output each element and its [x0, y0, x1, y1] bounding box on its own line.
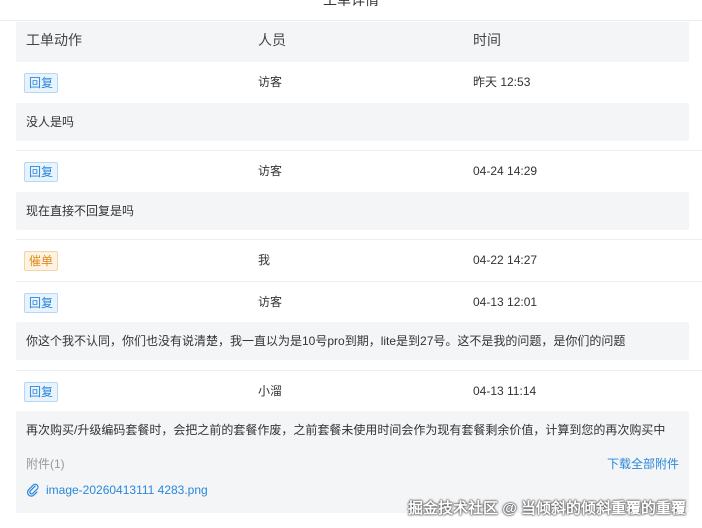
person-cell: 访客 [258, 164, 283, 178]
table-row: 回复 访客 昨天 12:53 [16, 62, 689, 102]
message-text: 再次购买/升级编码套餐时，会把之前的套餐作废，之前套餐未使用时间会作为现有套餐剩… [26, 423, 666, 437]
attachments-label: 附件(1) [26, 457, 65, 471]
table-row: 回复 小溜 04-13 11:14 [16, 371, 689, 411]
table-row: 催单 我 04-22 14:27 [16, 240, 689, 280]
person-cell: 我 [258, 253, 271, 267]
person-cell: 小溜 [258, 384, 283, 398]
time-cell: 04-13 12:01 [473, 295, 538, 309]
reply-tag: 回复 [24, 73, 59, 93]
attachment-file-name: image-20260413111 4283.png [46, 483, 208, 497]
message-box: 现在直接不回复是吗 [16, 192, 689, 230]
message-text: 没人是吗 [26, 115, 75, 129]
reply-tag: 回复 [24, 293, 59, 313]
reply-tag: 回复 [24, 162, 59, 182]
download-all-link[interactable]: 下载全部附件 [607, 455, 679, 472]
urge-tag: 催单 [24, 251, 59, 271]
title-divider [0, 20, 702, 21]
message-box: 你这个我不认同，你们也没有说清楚，我一直以为是10号pro到期，lite是到27… [16, 322, 689, 360]
time-cell: 昨天 12:53 [473, 75, 531, 89]
message-box: 没人是吗 [16, 103, 689, 141]
header-time: 时间 [473, 32, 501, 48]
paperclip-icon [26, 483, 39, 497]
message-text: 现在直接不回复是吗 [26, 204, 135, 218]
time-cell: 04-22 14:27 [473, 253, 538, 267]
header-person: 人员 [258, 32, 286, 48]
person-cell: 访客 [258, 75, 283, 89]
watermark: 掘金技术社区 @ 当倾斜的倾斜重覆的重覆 [408, 500, 686, 517]
table-row: 回复 访客 04-13 12:01 [16, 282, 689, 322]
page-title: 工单详情 [323, 0, 379, 8]
table-row: 回复 访客 04-24 14:29 [16, 151, 689, 191]
message-text: 你这个我不认同，你们也没有说清楚，我一直以为是10号pro到期，lite是到27… [26, 334, 626, 348]
reply-tag: 回复 [24, 382, 59, 402]
time-cell: 04-24 14:29 [473, 164, 538, 178]
table-header: 工单动作 人员 时间 [16, 22, 689, 62]
attachment-file-link[interactable]: image-20260413111 4283.png [26, 483, 208, 497]
person-cell: 访客 [258, 295, 283, 309]
time-cell: 04-13 11:14 [473, 384, 537, 398]
header-action: 工单动作 [26, 32, 82, 48]
